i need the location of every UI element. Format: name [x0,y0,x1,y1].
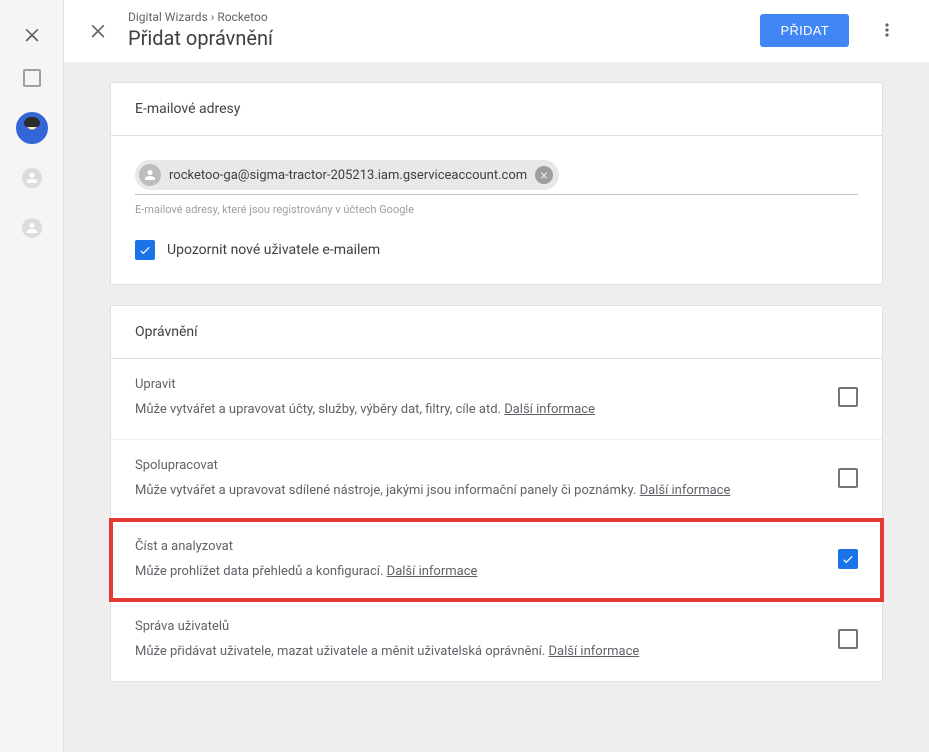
permission-checkbox[interactable] [838,629,858,649]
permission-title: Správa uživatelů [135,619,818,634]
permission-desc: Může vytvářet a upravovat sdílené nástro… [135,481,818,502]
permission-checkbox[interactable] [838,468,858,488]
permission-checkbox-wrap [838,549,858,570]
main-panel: Digital Wizards › Rocketoo Přidat oprávn… [64,0,929,752]
notify-checkbox-row[interactable]: Upozornit nové uživatele e-mailem [135,240,858,260]
permission-text: Spolupracovat Může vytvářet a upravovat s… [135,458,818,502]
email-helper-text: E-mailové adresy, které jsou registrován… [135,203,858,216]
square-icon [23,69,41,87]
permission-desc: Může přidávat uživatele, mazat uživatele… [135,642,818,663]
topbar: Digital Wizards › Rocketoo Přidat oprávn… [64,0,929,62]
permissions-card-header: Oprávnění [111,306,882,359]
email-input[interactable]: rocketoo-ga@sigma-tractor-205213.iam.gse… [135,160,858,195]
more-info-link[interactable]: Další informace [549,644,640,659]
permission-item[interactable]: Spolupracovat Může vytvářet a upravovat s… [111,439,882,520]
close-icon[interactable] [88,20,108,40]
permission-title: Upravit [135,377,818,392]
email-chip: rocketoo-ga@sigma-tractor-205213.iam.gse… [135,160,559,190]
left-rail [0,0,64,752]
notify-checkbox[interactable] [135,240,155,260]
notify-label: Upozornit nové uživatele e-mailem [167,242,380,258]
permission-item[interactable]: Upravit Může vytvářet a upravovat účty, s… [111,359,882,439]
permission-title: Spolupracovat [135,458,818,473]
add-button[interactable]: PŘIDAT [760,14,849,47]
permission-text: Upravit Může vytvářet a upravovat účty, s… [135,377,818,421]
chip-remove-icon[interactable] [535,166,553,184]
rail-item-avatar-main[interactable] [16,112,48,144]
permission-checkbox-wrap [838,468,858,492]
permission-desc: Může prohlížet data přehledů a konfigura… [135,562,818,583]
permission-checkbox[interactable] [838,549,858,569]
permission-title: Číst a analyzovat [135,539,818,554]
permission-checkbox[interactable] [838,387,858,407]
breadcrumb[interactable]: Digital Wizards › Rocketoo [128,10,740,24]
permission-item[interactable]: Číst a analyzovat Může prohlížet data pře… [111,520,882,601]
title-block: Digital Wizards › Rocketoo Přidat oprávn… [128,10,740,50]
person-icon [22,168,42,188]
person-icon [22,218,42,238]
rail-close-icon[interactable] [22,24,42,44]
permission-text: Správa uživatelů Může přidávat uživatele,… [135,619,818,663]
more-info-link[interactable]: Další informace [640,483,731,498]
permission-checkbox-wrap [838,387,858,411]
rail-item-avatar-2[interactable] [16,212,48,244]
more-info-link[interactable]: Další informace [504,402,595,417]
page-title: Přidat oprávnění [128,26,740,50]
permission-desc: Může vytvářet a upravovat účty, služby, … [135,400,818,421]
permission-item[interactable]: Správa uživatelů Může přidávat uživatele,… [111,600,882,681]
person-icon [139,164,161,186]
email-card-header: E-mailové adresy [111,83,882,136]
permissions-card: Oprávnění Upravit Může vytvářet a upravov… [110,305,883,682]
permission-text: Číst a analyzovat Může prohlížet data pře… [135,539,818,583]
rail-item-square[interactable] [16,62,48,94]
content-area: E-mailové adresy rocketoo-ga@sigma-tract… [64,62,929,752]
chip-label: rocketoo-ga@sigma-tractor-205213.iam.gse… [169,168,527,183]
more-info-link[interactable]: Další informace [387,564,478,579]
rail-item-avatar-1[interactable] [16,162,48,194]
email-card: E-mailové adresy rocketoo-ga@sigma-tract… [110,82,883,285]
permission-checkbox-wrap [838,629,858,653]
more-vert-icon[interactable] [869,12,905,48]
avatar-icon [16,112,48,144]
permissions-list: Upravit Může vytvářet a upravovat účty, s… [111,359,882,681]
